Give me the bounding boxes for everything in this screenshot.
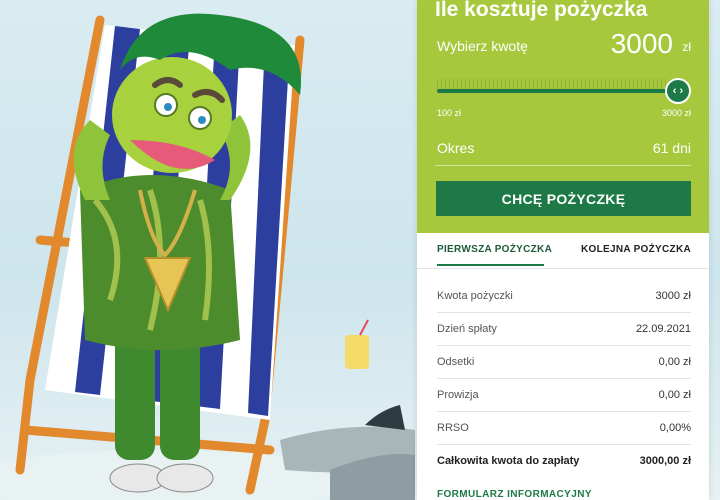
detail-label: Całkowita kwota do zapłaty [437,455,580,467]
calculator-top: Ile kosztuje pożyczka Wybierz kwotę 3000… [417,0,709,233]
amount-slider[interactable]: ‹ › [435,76,691,106]
information-form-link[interactable]: FORMULARZ INFORMACYJNY [437,489,592,500]
detail-label: RRSO [437,422,469,434]
amount-row: Wybierz kwotę 3000 zł [435,28,691,62]
slider-max-label: 3000 zł [661,108,691,118]
apply-loan-button[interactable]: CHCĘ POŻYCZKĘ [436,181,691,216]
slider-track[interactable] [437,89,679,93]
term-row: Okres 61 dni [435,132,691,166]
detail-row-rrso: RRSO 0,00% [437,412,691,445]
detail-label: Prowizja [437,389,479,401]
detail-value: 0,00% [659,422,691,434]
loan-details-list: Kwota pożyczki 3000 zł Dzień spłaty 22.0… [437,280,691,478]
detail-row-interest: Odsetki 0,00 zł [437,346,691,379]
detail-label: Odsetki [437,356,475,368]
tab-first-loan[interactable]: PIERWSZA POŻYCZKA [437,244,552,255]
tab-next-loan[interactable]: KOLEJNA POŻYCZKA [581,244,691,255]
detail-row-total: Całkowita kwota do zapłaty 3000,00 zł [437,445,691,478]
slider-min-label: 100 zł [437,108,462,118]
detail-row-commission: Prowizja 0,00 zł [437,379,691,412]
detail-label: Dzień spłaty [437,323,497,335]
detail-value: 0,00 zł [658,356,691,368]
loan-tabs: PIERWSZA POŻYCZKA KOLEJNA POŻYCZKA [417,233,709,269]
term-value: 61 dni [652,140,691,156]
term-label: Okres [437,140,475,156]
drink-glass [345,319,369,369]
amount-label: Wybierz kwotę [437,38,528,54]
detail-value: 3000 zł [655,290,691,302]
detail-row-amount: Kwota pożyczki 3000 zł [437,280,691,313]
detail-value: 22.09.2021 [635,323,691,335]
amount-value: 3000 [610,28,673,59]
calculator-title: Ile kosztuje pożyczka [435,0,648,21]
active-tab-indicator [437,264,544,266]
loan-calculator-panel: Ile kosztuje pożyczka Wybierz kwotę 3000… [417,0,709,500]
chevron-left-right-icon[interactable]: ‹ › [665,78,691,104]
detail-label: Kwota pożyczki [437,290,513,302]
detail-row-repayment-date: Dzień spłaty 22.09.2021 [437,313,691,346]
slider-ticks [437,79,679,89]
detail-value: 3000,00 zł [639,455,691,467]
amount-unit: zł [682,40,691,54]
detail-value: 0,00 zł [658,389,691,401]
